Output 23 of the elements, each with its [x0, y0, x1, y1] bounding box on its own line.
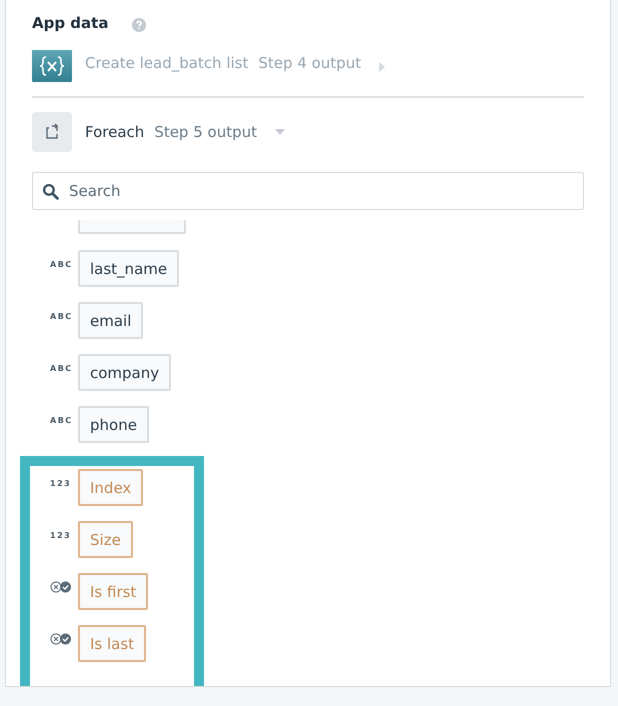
step-name[interactable]: Foreach: [85, 123, 144, 141]
number-type-label: 123: [50, 531, 72, 540]
field-pill[interactable]: email: [78, 302, 144, 339]
variable-icon: [32, 50, 72, 82]
text-type-label: ABC: [50, 260, 74, 269]
number-type-label: 123: [50, 479, 72, 488]
text-type-label: ABC: [50, 312, 74, 321]
caret-down-icon[interactable]: [275, 129, 286, 135]
field-pill[interactable]: last_name: [78, 250, 180, 287]
text-type-label: ABC: [50, 364, 74, 373]
search-field[interactable]: Search: [32, 172, 584, 210]
boolean-icon: [50, 581, 72, 593]
field-pill[interactable]: company: [78, 354, 172, 391]
field-pill[interactable]: [78, 220, 186, 234]
section-title: App data: [32, 14, 108, 32]
help-icon[interactable]: [132, 18, 146, 32]
caret-right-icon[interactable]: [379, 62, 386, 72]
text-type-label: ABC: [50, 416, 74, 425]
boolean-icon: [50, 633, 72, 645]
loop-icon: [32, 112, 72, 152]
step-output: Step 5 output: [154, 123, 258, 141]
field-pill[interactable]: phone: [78, 406, 149, 443]
step-output: Step 4 output: [258, 54, 362, 72]
